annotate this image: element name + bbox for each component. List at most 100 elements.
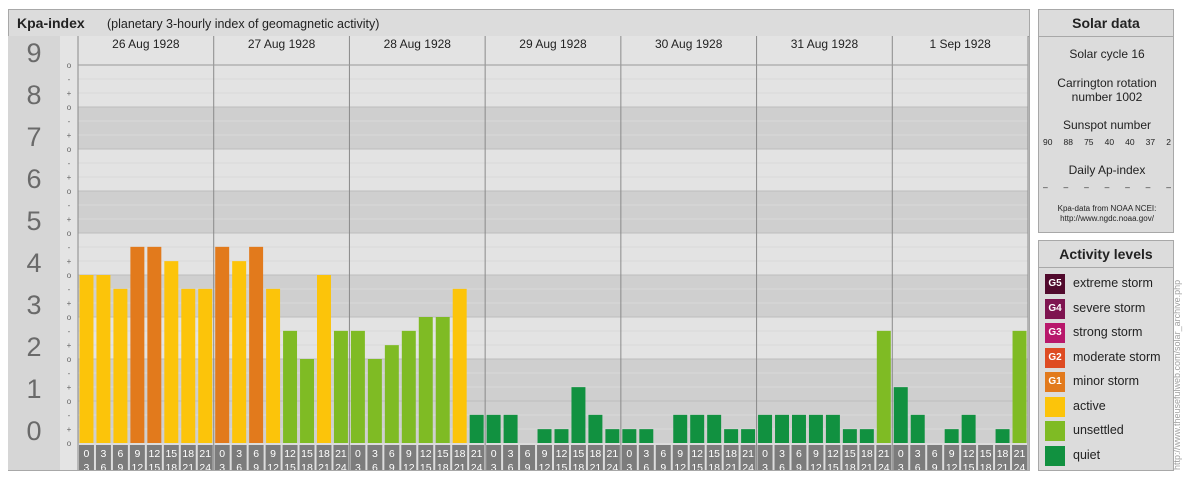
legend-swatch <box>1045 396 1065 417</box>
hour-start-label: 18 <box>725 448 737 460</box>
legend-label: quiet <box>1073 447 1101 462</box>
kp-bar <box>283 330 298 443</box>
hour-end-label: 6 <box>643 462 649 470</box>
kp-bar <box>79 275 94 443</box>
kp-bar <box>808 414 823 443</box>
hour-start-label: 6 <box>796 448 802 460</box>
y-tick-label-7: 7 <box>26 122 41 152</box>
hour-start-label: 0 <box>762 448 768 460</box>
carrington-rotation-line1: Carrington rotation <box>1057 76 1157 90</box>
kp-bar <box>995 429 1010 443</box>
kp-bar <box>622 429 637 443</box>
hour-end-label: 3 <box>219 462 225 470</box>
activity-levels-panel: Activity levels G5 extreme storm G4 severe … <box>1038 240 1174 471</box>
hour-end-label: 15 <box>284 462 296 470</box>
hour-start-label: 21 <box>878 448 890 460</box>
sub-tick-marker: o <box>67 103 72 112</box>
hour-start-label: 18 <box>454 448 466 460</box>
kp-bar <box>741 429 756 443</box>
sub-tick-marker: o <box>67 439 72 448</box>
hour-end-label: 21 <box>997 462 1009 470</box>
hour-start-label: 12 <box>963 448 975 460</box>
kp-bar <box>452 288 467 443</box>
kp-bar <box>859 429 874 443</box>
hour-end-label: 3 <box>898 462 904 470</box>
hour-start-label: 9 <box>677 448 683 460</box>
sunspot-value: 88 <box>1063 137 1073 147</box>
hour-start-label: 15 <box>573 448 585 460</box>
hour-start-label: 3 <box>643 448 649 460</box>
hour-end-label: 18 <box>165 462 177 470</box>
hour-end-label: 24 <box>878 462 890 470</box>
hour-start-label: 18 <box>997 448 1009 460</box>
kp-bar <box>758 414 773 443</box>
kp-bar <box>673 414 688 443</box>
kp-bar <box>690 414 705 443</box>
kp-bar <box>418 317 433 443</box>
day-label: 1 Sep 1928 <box>929 37 991 51</box>
legend-swatch: G2 <box>1045 347 1065 368</box>
hour-end-label: 9 <box>932 462 938 470</box>
hour-start-label: 15 <box>437 448 449 460</box>
day-label: 27 Aug 1928 <box>248 37 316 51</box>
legend-label: severe storm <box>1073 300 1146 315</box>
sub-tick-marker: o <box>67 355 72 364</box>
hour-start-label: 21 <box>199 448 211 460</box>
kp-bar <box>198 288 213 443</box>
solar-cycle: Solar cycle 16 <box>1069 47 1145 61</box>
kp-bar <box>384 345 399 443</box>
hour-start-label: 21 <box>607 448 619 460</box>
sub-tick-marker: - <box>68 75 71 84</box>
hour-end-label: 12 <box>403 462 415 470</box>
hour-end-label: 6 <box>101 462 107 470</box>
hour-start-label: 6 <box>660 448 666 460</box>
kp-bar <box>724 429 739 443</box>
legend-swatch <box>1045 421 1065 441</box>
ap-value: – <box>1084 182 1089 192</box>
sub-tick-marker: o <box>67 187 72 196</box>
hour-start-label: 21 <box>1014 448 1026 460</box>
credit-link[interactable]: http://www.theusefulweb.com/solar_archiv… <box>1172 280 1182 470</box>
ap-value: – <box>1063 182 1069 192</box>
legend-swatch: G3 <box>1045 323 1065 343</box>
ap-value: – <box>1166 182 1171 192</box>
legend-swatch: G4 <box>1045 298 1065 319</box>
kp-bar <box>181 288 196 443</box>
hour-start-label: 0 <box>491 448 497 460</box>
hour-start-label: 21 <box>471 448 483 460</box>
hour-end-label: 21 <box>725 462 737 470</box>
sub-tick-marker: + <box>67 131 72 140</box>
hour-end-label: 18 <box>573 462 585 470</box>
hour-start-label: 12 <box>556 448 568 460</box>
hour-end-label: 24 <box>607 462 619 470</box>
legend-label: active <box>1073 398 1106 413</box>
y-tick-label-8: 8 <box>26 80 41 110</box>
y-tick-label-2: 2 <box>26 332 41 362</box>
kp-bar <box>232 261 247 443</box>
hour-end-label: 24 <box>471 462 483 470</box>
hour-start-label: 15 <box>165 448 177 460</box>
sub-tick-marker: o <box>67 313 72 322</box>
hour-end-label: 21 <box>454 462 466 470</box>
data-source-link[interactable]: http://www.ngdc.noaa.gov/ <box>1039 214 1175 224</box>
kp-bar <box>317 275 331 443</box>
activity-levels-title: Activity levels <box>1039 241 1173 268</box>
kp-bar <box>944 429 959 443</box>
sub-tick-marker: o <box>67 61 72 70</box>
day-label: 26 Aug 1928 <box>112 37 180 51</box>
hour-end-label: 15 <box>691 462 703 470</box>
hour-start-label: 18 <box>182 448 194 460</box>
sub-tick-marker: o <box>67 397 72 406</box>
kp-bar <box>588 414 603 443</box>
hour-start-label: 9 <box>406 448 412 460</box>
hour-start-label: 3 <box>236 448 242 460</box>
sub-tick-marker: - <box>68 159 71 168</box>
hour-start-label: 9 <box>134 448 140 460</box>
sub-tick-marker: - <box>68 285 71 294</box>
kp-bar <box>707 414 722 443</box>
day-label: 28 Aug 1928 <box>384 37 452 51</box>
kp-bar <box>639 429 654 443</box>
hour-start-label: 0 <box>898 448 904 460</box>
hour-start-label: 21 <box>742 448 754 460</box>
hour-start-label: 15 <box>844 448 856 460</box>
